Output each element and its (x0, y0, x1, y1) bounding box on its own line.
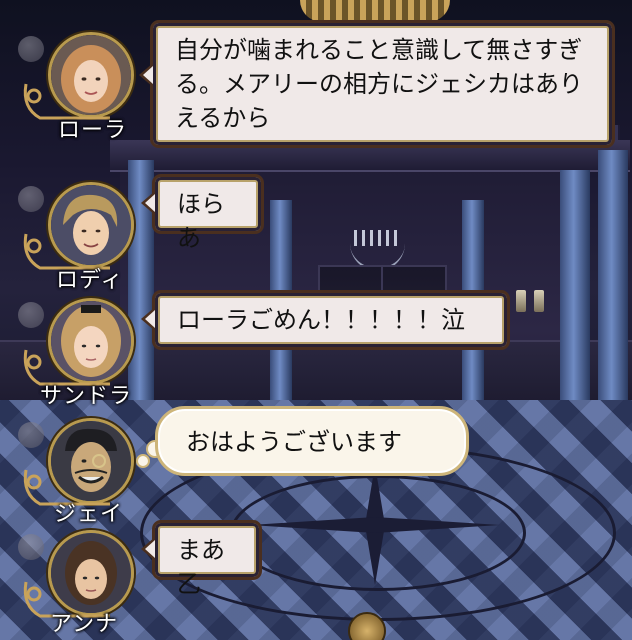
message-text: ローラごめん！！！！！泣 (177, 306, 465, 334)
indicator-dot (18, 534, 44, 560)
message-bubble[interactable]: まあ乙 (141, 520, 262, 598)
message-text: 自分が噛まれること意識して無さすぎる。メアリーの相方にジェシカはありえるから (175, 36, 583, 132)
message-bubble[interactable]: ローラごめん！！！！！泣 (141, 290, 510, 350)
indicator-dot (18, 186, 44, 212)
speaker-name: ローラ (58, 118, 128, 143)
message-bubble[interactable]: おはようございます (155, 406, 469, 476)
indicator-dot (18, 36, 44, 62)
speaker-name: アンナ (50, 612, 119, 637)
indicator-dot (18, 422, 44, 448)
speaker-name: ロディ (56, 268, 124, 293)
indicator-dot (18, 302, 44, 328)
thought-dot-icon (136, 454, 150, 468)
compass-rose-icon (250, 465, 500, 585)
wall-sconce-icon (516, 290, 526, 312)
message-text: おはようございます (186, 428, 402, 456)
message-bubble[interactable]: ほらあ (141, 174, 264, 252)
message-bubble[interactable]: 自分が噛まれること意識して無さすぎる。メアリーの相方にジェシカはありえるから (139, 20, 615, 148)
chandelier-icon (300, 0, 450, 22)
speaker-name: サンドラ (40, 384, 133, 409)
wall-sconce-icon (534, 290, 544, 312)
speaker-name: ジェイ (54, 502, 124, 527)
